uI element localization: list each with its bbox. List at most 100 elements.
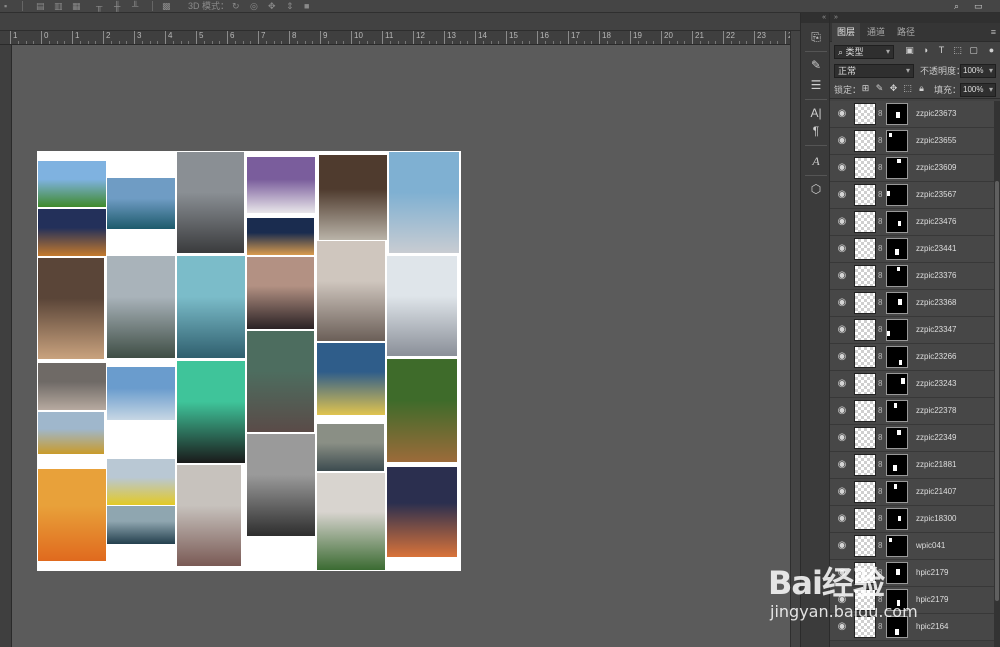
layer-thumbnail[interactable]	[854, 265, 876, 287]
layer-mask-thumbnail[interactable]	[886, 319, 908, 341]
visibility-eye-icon[interactable]: ◉	[836, 406, 848, 416]
layer-thumbnail[interactable]	[854, 346, 876, 368]
photo-red-road[interactable]	[247, 331, 314, 432]
mask-link-icon[interactable]: 8	[878, 244, 884, 254]
layer-thumbnail[interactable]	[854, 211, 876, 233]
3d-drag-icon[interactable]: ✥	[268, 1, 276, 11]
layer-mask-thumbnail[interactable]	[886, 130, 908, 152]
photo-white-church[interactable]	[389, 152, 459, 253]
photo-mirror-forest[interactable]	[319, 155, 387, 240]
layer-thumbnail[interactable]	[854, 427, 876, 449]
photo-lake-town[interactable]	[107, 367, 175, 420]
layer-mask-thumbnail[interactable]	[886, 454, 908, 476]
layers-scrollbar[interactable]	[994, 101, 1000, 647]
visibility-eye-icon[interactable]: ◉	[836, 190, 848, 200]
filter-toggle-icon[interactable]: ●	[986, 45, 997, 56]
visibility-eye-icon[interactable]: ◉	[836, 487, 848, 497]
layer-row[interactable]: ◉ 8 zzpic23347	[830, 317, 994, 344]
layer-thumbnail[interactable]	[854, 481, 876, 503]
photo-wedding[interactable]	[317, 241, 385, 341]
layer-row[interactable]: ◉ 8 zzpic23266	[830, 344, 994, 371]
layer-thumbnail[interactable]	[854, 319, 876, 341]
lock-all-icon[interactable]: 🔒︎	[916, 83, 927, 94]
auto-align-icon[interactable]: ▩	[162, 1, 171, 11]
layer-thumbnail[interactable]	[854, 292, 876, 314]
photo-snow-blanket[interactable]	[387, 256, 457, 356]
photo-blue-car[interactable]	[107, 506, 175, 544]
mask-link-icon[interactable]: 8	[878, 109, 884, 119]
visibility-eye-icon[interactable]: ◉	[836, 514, 848, 524]
mask-link-icon[interactable]: 8	[878, 514, 884, 524]
brush-settings-icon[interactable]: ✎	[807, 57, 825, 73]
pixel-filter-icon[interactable]: ▣	[904, 45, 915, 56]
3d-icon[interactable]: ⬡	[807, 181, 825, 197]
visibility-eye-icon[interactable]: ◉	[836, 433, 848, 443]
mask-link-icon[interactable]: 8	[878, 190, 884, 200]
mask-link-icon[interactable]: 8	[878, 460, 884, 470]
lock-artboard-icon[interactable]: ⬚	[902, 83, 913, 94]
document-canvas[interactable]	[37, 151, 461, 571]
photo-night-houses[interactable]	[247, 218, 314, 255]
lock-transparent-icon[interactable]: ⊞	[860, 83, 871, 94]
mask-link-icon[interactable]: 8	[878, 433, 884, 443]
move-tool-icon[interactable]: ▪	[4, 1, 7, 11]
visibility-eye-icon[interactable]: ◉	[836, 271, 848, 281]
adjustments-icon[interactable]: ☰	[807, 77, 825, 93]
smart-object-filter-icon[interactable]: ▢	[968, 45, 979, 56]
3d-rotate-icon[interactable]: ↻	[232, 1, 240, 11]
layer-thumbnail[interactable]	[854, 454, 876, 476]
layer-mask-thumbnail[interactable]	[886, 400, 908, 422]
photo-tram[interactable]	[38, 412, 104, 454]
layer-row[interactable]: ◉ 8 zzpic23476	[830, 209, 994, 236]
visibility-eye-icon[interactable]: ◉	[836, 325, 848, 335]
visibility-eye-icon[interactable]: ◉	[836, 163, 848, 173]
layer-mask-thumbnail[interactable]	[886, 373, 908, 395]
mask-link-icon[interactable]: 8	[878, 298, 884, 308]
mask-link-icon[interactable]: 8	[878, 325, 884, 335]
photo-vr-woman[interactable]	[38, 469, 106, 561]
photo-yellow-shirt[interactable]	[317, 343, 385, 415]
photo-green-woman[interactable]	[177, 361, 245, 463]
layer-row[interactable]: ◉ 8 zzpic21407	[830, 479, 994, 506]
align-center-icon[interactable]: ▥	[54, 1, 63, 11]
photo-night-street[interactable]	[38, 209, 106, 256]
visibility-eye-icon[interactable]: ◉	[836, 109, 848, 119]
layer-thumbnail[interactable]	[854, 373, 876, 395]
photo-grass-field[interactable]	[38, 161, 106, 207]
layer-thumbnail[interactable]	[854, 184, 876, 206]
photo-airplane-sunset[interactable]	[387, 467, 457, 557]
photo-mountains-snow[interactable]	[247, 434, 315, 536]
layer-mask-thumbnail[interactable]	[886, 211, 908, 233]
history-icon[interactable]: ⎘	[807, 29, 825, 45]
photo-couple[interactable]	[177, 465, 241, 566]
layer-row[interactable]: ◉ 8 zzpic22378	[830, 398, 994, 425]
blend-mode-select[interactable]: 正常 ▾	[834, 64, 914, 78]
filter-kind-select[interactable]: ⌕ 类型 ▾	[834, 45, 894, 59]
layer-thumbnail[interactable]	[854, 157, 876, 179]
opacity-field[interactable]: 100% ▾	[960, 64, 996, 78]
layer-mask-thumbnail[interactable]	[886, 184, 908, 206]
visibility-eye-icon[interactable]: ◉	[836, 244, 848, 254]
layer-mask-thumbnail[interactable]	[886, 292, 908, 314]
mask-link-icon[interactable]: 8	[878, 217, 884, 227]
photo-coast-cliffs[interactable]	[107, 256, 175, 358]
3d-roll-icon[interactable]: ◎	[250, 1, 258, 11]
mask-link-icon[interactable]: 8	[878, 136, 884, 146]
mask-link-icon[interactable]: 8	[878, 487, 884, 497]
lock-position-icon[interactable]: ✥	[888, 83, 899, 94]
glyphs-icon[interactable]: A	[807, 153, 825, 169]
horizontal-ruler[interactable]: 1012345678910111213141516171819202122232…	[0, 31, 790, 45]
fill-field[interactable]: 100% ▾	[960, 83, 996, 97]
distribute-middle-icon[interactable]: ╫	[114, 1, 120, 11]
visibility-eye-icon[interactable]: ◉	[836, 136, 848, 146]
layer-row[interactable]: ◉ 8 zzpic23655	[830, 128, 994, 155]
search-icon[interactable]: ⌕	[954, 1, 959, 11]
photo-cliff-sea[interactable]	[107, 178, 175, 229]
workspace-icon[interactable]: ▭	[974, 1, 983, 11]
visibility-eye-icon[interactable]: ◉	[836, 352, 848, 362]
layer-mask-thumbnail[interactable]	[886, 508, 908, 530]
layer-row[interactable]: ◉ 8 zzpic18300	[830, 506, 994, 533]
paragraph-icon[interactable]: ¶	[807, 123, 825, 139]
layer-mask-thumbnail[interactable]	[886, 238, 908, 260]
tab-channels[interactable]: 通道	[862, 23, 890, 42]
